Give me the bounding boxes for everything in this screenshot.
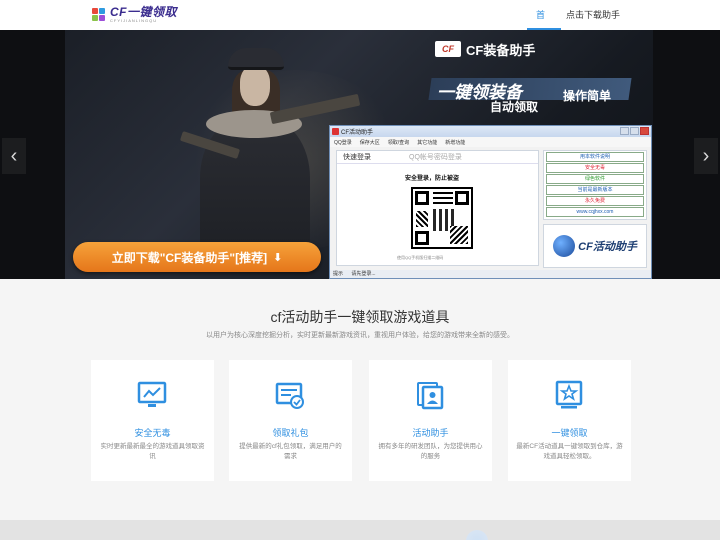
qr-code-image xyxy=(411,187,473,249)
section-title: cf活动助手一键领取游戏道具 xyxy=(270,309,450,325)
monitor-chart-icon xyxy=(137,381,167,407)
logo-title: CF一键领取 xyxy=(110,5,177,19)
hero-slide[interactable]: CF CF装备助手 一键领装备 操作简单 自动领取 立即下载"CF装备助手"[推… xyxy=(65,30,653,279)
feature-card-oneclick[interactable]: 一键领取 最新CF活动道具一键领取到仓库，游戏道具轻松领取。 xyxy=(508,360,631,481)
hero-banner-carousel: CF CF装备助手 一键领装备 操作简单 自动领取 立即下载"CF装备助手"[推… xyxy=(0,30,720,279)
feature-card-title: 安全无毒 xyxy=(134,428,171,438)
nav-item-download[interactable]: 点击下载助手 xyxy=(566,0,626,30)
slogan-line-2: 操作简单 xyxy=(563,89,612,103)
chevron-right-icon: › xyxy=(702,144,710,167)
download-cta-label: 立即下载"CF装备助手"[推荐] xyxy=(111,250,268,265)
download-arrow-icon: ⬇ xyxy=(273,251,283,264)
carousel-prev-button[interactable]: ‹ xyxy=(2,138,26,174)
app-menubar: QQ登录 保存大区 领取/查询 其它功能 新增功能 xyxy=(330,137,651,147)
feature-card-gift[interactable]: 领取礼包 提供最新的cf礼包领取，满足用户的需求 xyxy=(229,360,352,481)
app-menu-item: 其它功能 xyxy=(417,139,438,146)
qr-hint: 使用QQ手机版扫描二维码 xyxy=(397,255,444,260)
app-brand-logo: CF活动助手 xyxy=(543,224,647,268)
app-side-item: 永久免费 xyxy=(546,196,644,206)
carousel-next-button[interactable]: › xyxy=(694,138,718,174)
app-side-list: 用本软件说明 安全无毒 绿色软件 当前是最新版本 永久免费 www.cqjhxx… xyxy=(543,150,647,220)
app-login-panel: 快速登录 QQ帐号密码登录 安全登录，防止被盗 使用QQ手机版扫描二维码 xyxy=(336,150,539,266)
logo-mark-icon xyxy=(92,8,106,22)
cf-logo-icon: CF xyxy=(435,41,461,57)
chevron-left-icon: ‹ xyxy=(10,144,18,167)
globe-icon xyxy=(553,235,576,257)
star-frame-icon xyxy=(555,380,583,409)
qr-title: 安全登录，防止被盗 xyxy=(405,176,460,182)
feature-card-title: 活动助手 xyxy=(412,428,449,438)
soldier-figure-image xyxy=(170,48,361,268)
slogan-line-3: 自动领取 xyxy=(490,100,539,114)
app-side-item: 当前是最新版本 xyxy=(546,185,644,195)
download-cta-button[interactable]: 立即下载"CF装备助手"[推荐] ⬇ xyxy=(73,242,321,272)
app-status-right: 请先登录... xyxy=(351,271,376,277)
app-tab-quick-login: 快速登录 xyxy=(343,154,371,161)
feature-card-desc: 提供最新的cf礼包领取，满足用户的需求 xyxy=(239,443,342,460)
next-section-edge xyxy=(0,520,720,540)
product-badge-text: CF装备助手 xyxy=(466,42,536,58)
site-logo[interactable]: CF一键领取 CFYIJIANLINGQU xyxy=(92,6,177,26)
software-screenshot: CF活动助手 QQ登录 保存大区 领取/查询 其它功能 新增功能 快速登录 QQ… xyxy=(329,125,652,279)
logo-subtitle: CFYIJIANLINGQU xyxy=(110,18,158,23)
app-menu-item: 领取/查询 xyxy=(387,139,410,146)
top-navbar: CF一键领取 CFYIJIANLINGQU 首页 点击下载助手 xyxy=(0,0,720,50)
app-brand-logo-text: CF活动助手 xyxy=(578,241,637,253)
user-profile-icon xyxy=(417,382,444,410)
app-side-item: www.cqjhxx.com xyxy=(546,207,644,217)
section-subtitle: 以用户为核心深度挖掘分析，实时更新最新游戏资讯，重视用户体验，给您的游戏带来全新… xyxy=(206,332,514,339)
feature-card-desc: 最新CF活动道具一键领取到仓库，游戏道具轻松领取。 xyxy=(516,443,623,460)
app-icon xyxy=(332,128,339,135)
feature-card-safe[interactable]: 安全无毒 实时更新最新最全的游戏道具领取资讯 xyxy=(91,360,214,481)
app-title: CF活动助手 xyxy=(341,130,373,136)
app-side-item: 安全无毒 xyxy=(546,163,644,173)
decorative-bubble-icon xyxy=(466,530,488,540)
app-titlebar: CF活动助手 xyxy=(330,126,651,137)
app-status-left: 提示 xyxy=(333,271,344,277)
app-menu-item: QQ登录 xyxy=(334,139,352,146)
app-statusbar: 提示 请先登录... xyxy=(330,270,651,278)
nav-item-home[interactable]: 首页 xyxy=(527,0,561,50)
feature-card-desc: 拥有多年的研发团队，为您提供用心的服务 xyxy=(378,443,483,460)
app-side-item: 用本软件说明 xyxy=(546,152,644,162)
app-menu-item: 新增功能 xyxy=(445,139,466,146)
app-side-item: 绿色软件 xyxy=(546,174,644,184)
gift-card-check-icon xyxy=(275,382,304,409)
app-tab-password-login: QQ帐号密码登录 xyxy=(409,154,462,161)
product-badge: CF CF装备助手 xyxy=(435,38,545,60)
feature-card-title: 一键领取 xyxy=(551,428,588,438)
feature-card-title: 领取礼包 xyxy=(272,428,309,438)
features-section: cf活动助手一键领取游戏道具 以用户为核心深度挖掘分析，实时更新最新游戏资讯，重… xyxy=(0,279,720,520)
feature-card-assistant[interactable]: 活动助手 拥有多年的研发团队，为您提供用心的服务 xyxy=(369,360,492,481)
feature-card-desc: 实时更新最新最全的游戏道具领取资讯 xyxy=(100,443,205,460)
app-menu-item: 保存大区 xyxy=(359,139,380,146)
